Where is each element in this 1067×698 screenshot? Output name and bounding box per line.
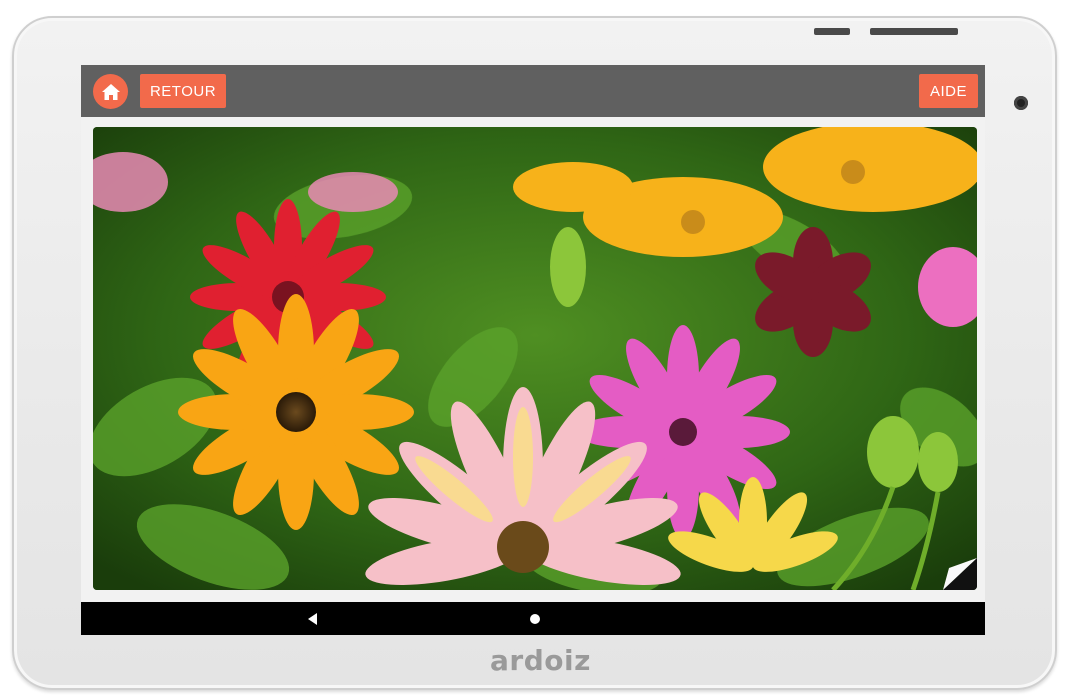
triangle-back-icon[interactable] xyxy=(308,613,317,625)
circle-home-icon[interactable] xyxy=(530,614,540,624)
home-button[interactable] xyxy=(93,74,128,109)
back-button[interactable]: RETOUR xyxy=(140,74,226,108)
home-icon xyxy=(101,83,120,100)
camera-icon xyxy=(1014,96,1028,110)
brand-logo: ardoiz xyxy=(490,644,591,677)
help-button[interactable]: AIDE xyxy=(919,74,978,108)
volume-button xyxy=(814,28,850,35)
page-corner-icon[interactable] xyxy=(943,558,977,590)
flower-photo-image xyxy=(93,127,977,590)
flower-photo[interactable] xyxy=(93,127,977,590)
screen: RETOUR AIDE xyxy=(81,65,985,635)
power-button xyxy=(870,28,958,35)
android-nav-bar xyxy=(81,602,985,635)
top-bar: RETOUR AIDE xyxy=(81,65,985,117)
